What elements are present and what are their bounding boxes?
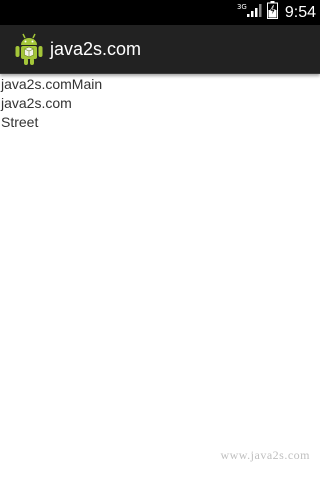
status-icons: 3G 9:54 [237, 0, 316, 25]
watermark: www.java2s.com [220, 448, 310, 462]
action-bar: java2s.com [0, 25, 320, 74]
android-robot-icon[interactable] [14, 32, 44, 66]
text-line-main: java2s.comMain [1, 76, 103, 92]
text-line-site: java2s.com [1, 95, 72, 111]
network-type-label: 3G [236, 2, 247, 11]
battery-charging-icon [266, 1, 278, 24]
text-line-street: Street [1, 114, 39, 130]
app-title: java2s.com [50, 38, 142, 59]
status-bar: 3G 9:54 [0, 0, 320, 25]
signal-bars-icon [246, 2, 262, 23]
content-area: java2s.comMain java2s.com Street [0, 74, 320, 132]
clock: 9:54 [284, 3, 316, 21]
